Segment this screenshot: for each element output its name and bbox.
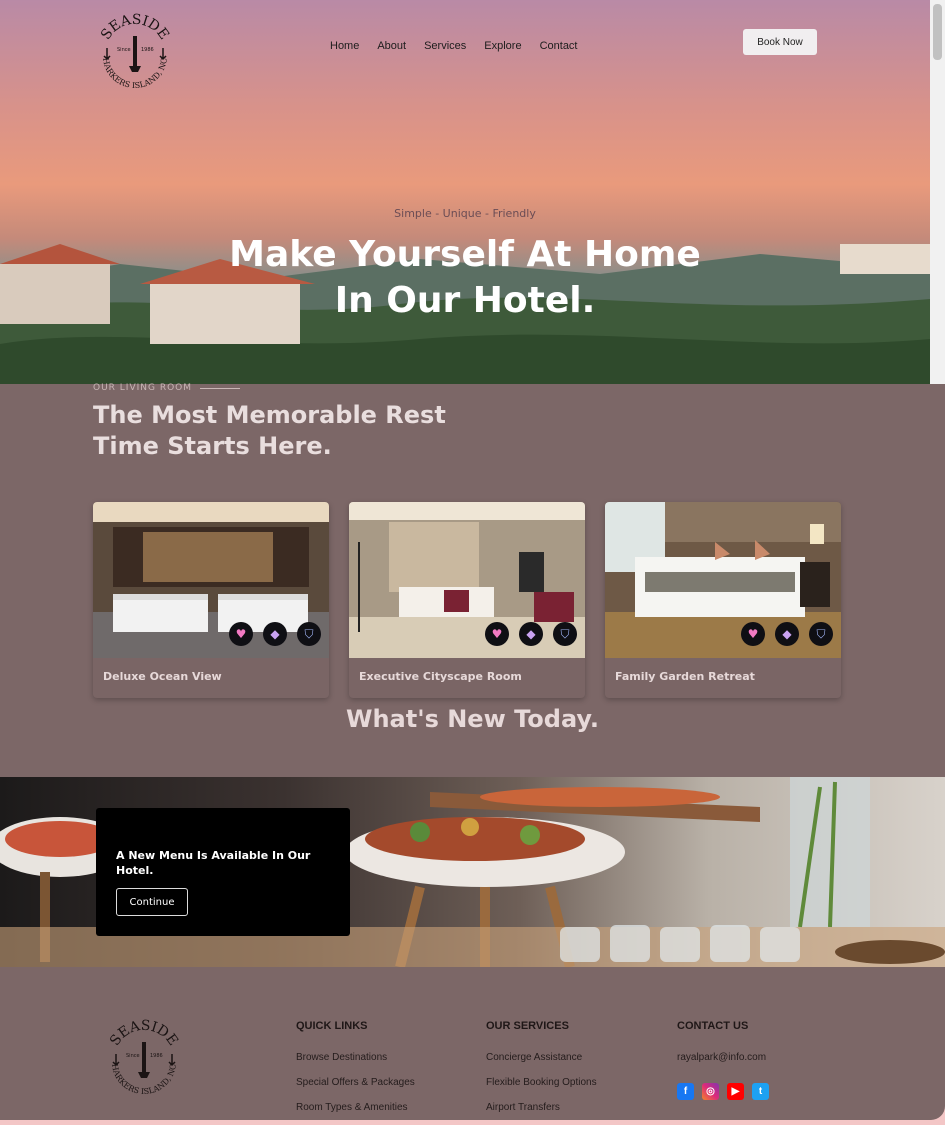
hero-title: Make Yourself At Home In Our Hotel. (0, 232, 930, 324)
contact-heading: CONTACT US (677, 1020, 749, 1032)
nav-contact[interactable]: Contact (540, 40, 578, 52)
rooms-eyebrow: OUR LIVING ROOM (93, 383, 241, 393)
hero-title-line1: Make Yourself At Home (229, 234, 701, 275)
footer-seaside-logo[interactable]: SEASIDE HARKERS ISLAND, NC Since 1986 (104, 1018, 184, 1098)
room-title: Deluxe Ocean View (103, 670, 222, 683)
footer-link-browse-destinations[interactable]: Browse Destinations (296, 1052, 415, 1077)
room-actions: ♥ ◆ ⛉ (741, 622, 833, 646)
room-cards: ♥ ◆ ⛉ Deluxe Ocean View ♥ ◆ ⛉ Executive … (93, 502, 841, 698)
footer-link-flexible-booking[interactable]: Flexible Booking Options (486, 1077, 597, 1102)
room-card-family[interactable]: ♥ ◆ ⛉ Family Garden Retreat (605, 502, 841, 698)
svg-text:1986: 1986 (150, 1053, 163, 1059)
room-title: Family Garden Retreat (615, 670, 755, 683)
seaside-logo[interactable]: SEASIDE HARKERS ISLAND, NC Since 1986 (95, 12, 175, 92)
heart-icon[interactable]: ♥ (485, 622, 509, 646)
nav-services[interactable]: Services (424, 40, 466, 52)
instagram-icon[interactable]: ◎ (702, 1083, 719, 1100)
room-actions: ♥ ◆ ⛉ (485, 622, 577, 646)
scrollbar-thumb[interactable] (933, 4, 942, 60)
facebook-icon[interactable]: f (677, 1083, 694, 1100)
rooms-eyebrow-text: OUR LIVING ROOM (93, 383, 193, 393)
shield-icon[interactable]: ⛉ (809, 622, 833, 646)
svg-text:1986: 1986 (141, 47, 154, 53)
hero-title-line2: In Our Hotel. (334, 280, 596, 321)
book-now-button[interactable]: Book Now (743, 29, 817, 55)
whats-new-title: What's New Today. (346, 705, 599, 733)
continue-button[interactable]: Continue (116, 888, 188, 916)
shield-icon[interactable]: ⛉ (297, 622, 321, 646)
room-card-executive[interactable]: ♥ ◆ ⛉ Executive Cityscape Room (349, 502, 585, 698)
rooms-title-line2: Time Starts Here. (93, 432, 332, 460)
svg-text:Since: Since (117, 47, 131, 53)
hero-tagline: Simple - Unique - Friendly (394, 207, 536, 220)
promo-text: A New Menu Is Available In Our Hotel. (116, 849, 311, 877)
scrollbar[interactable] (930, 0, 945, 384)
promo-card: A New Menu Is Available In Our Hotel. Co… (96, 808, 350, 936)
footer-link-room-types[interactable]: Room Types & Amenities (296, 1102, 415, 1120)
heart-icon[interactable]: ♥ (741, 622, 765, 646)
hero-section: SEASIDE HARKERS ISLAND, NC Since 1986 Ho… (0, 0, 930, 384)
page: SEASIDE HARKERS ISLAND, NC Since 1986 Ho… (0, 0, 945, 1120)
footer-link-concierge[interactable]: Concierge Assistance (486, 1052, 597, 1077)
nav-about[interactable]: About (377, 40, 406, 52)
room-title: Executive Cityscape Room (359, 670, 522, 683)
rooms-title-line1: The Most Memorable Rest (93, 401, 446, 429)
quick-links-heading: QUICK LINKS (296, 1020, 368, 1032)
youtube-icon[interactable]: ▶ (727, 1083, 744, 1100)
room-card-deluxe[interactable]: ♥ ◆ ⛉ Deluxe Ocean View (93, 502, 329, 698)
services-heading: OUR SERVICES (486, 1020, 569, 1032)
paint-bucket-icon[interactable]: ◆ (519, 622, 543, 646)
main-nav: Home About Services Explore Contact (330, 40, 578, 52)
footer-link-airport-transfers[interactable]: Airport Transfers (486, 1102, 597, 1120)
nav-explore[interactable]: Explore (484, 40, 521, 52)
eyebrow-divider (200, 387, 241, 389)
paint-bucket-icon[interactable]: ◆ (775, 622, 799, 646)
heart-icon[interactable]: ♥ (229, 622, 253, 646)
twitter-icon[interactable]: t (752, 1083, 769, 1100)
footer-link-special-offers[interactable]: Special Offers & Packages (296, 1077, 415, 1102)
footer-quick-links: QUICK LINKS Browse Destinations Special … (296, 1020, 415, 1120)
paint-bucket-icon[interactable]: ◆ (263, 622, 287, 646)
footer-services: OUR SERVICES Concierge Assistance Flexib… (486, 1020, 597, 1120)
rooms-title: The Most Memorable Rest Time Starts Here… (93, 400, 513, 462)
nav-home[interactable]: Home (330, 40, 359, 52)
room-actions: ♥ ◆ ⛉ (229, 622, 321, 646)
contact-email[interactable]: rayalpark@info.com (677, 1052, 769, 1077)
social-links: f ◎ ▶ t (677, 1083, 769, 1100)
footer-contact: CONTACT US rayalpark@info.com f ◎ ▶ t (677, 1020, 769, 1100)
svg-text:Since: Since (126, 1053, 140, 1059)
shield-icon[interactable]: ⛉ (553, 622, 577, 646)
